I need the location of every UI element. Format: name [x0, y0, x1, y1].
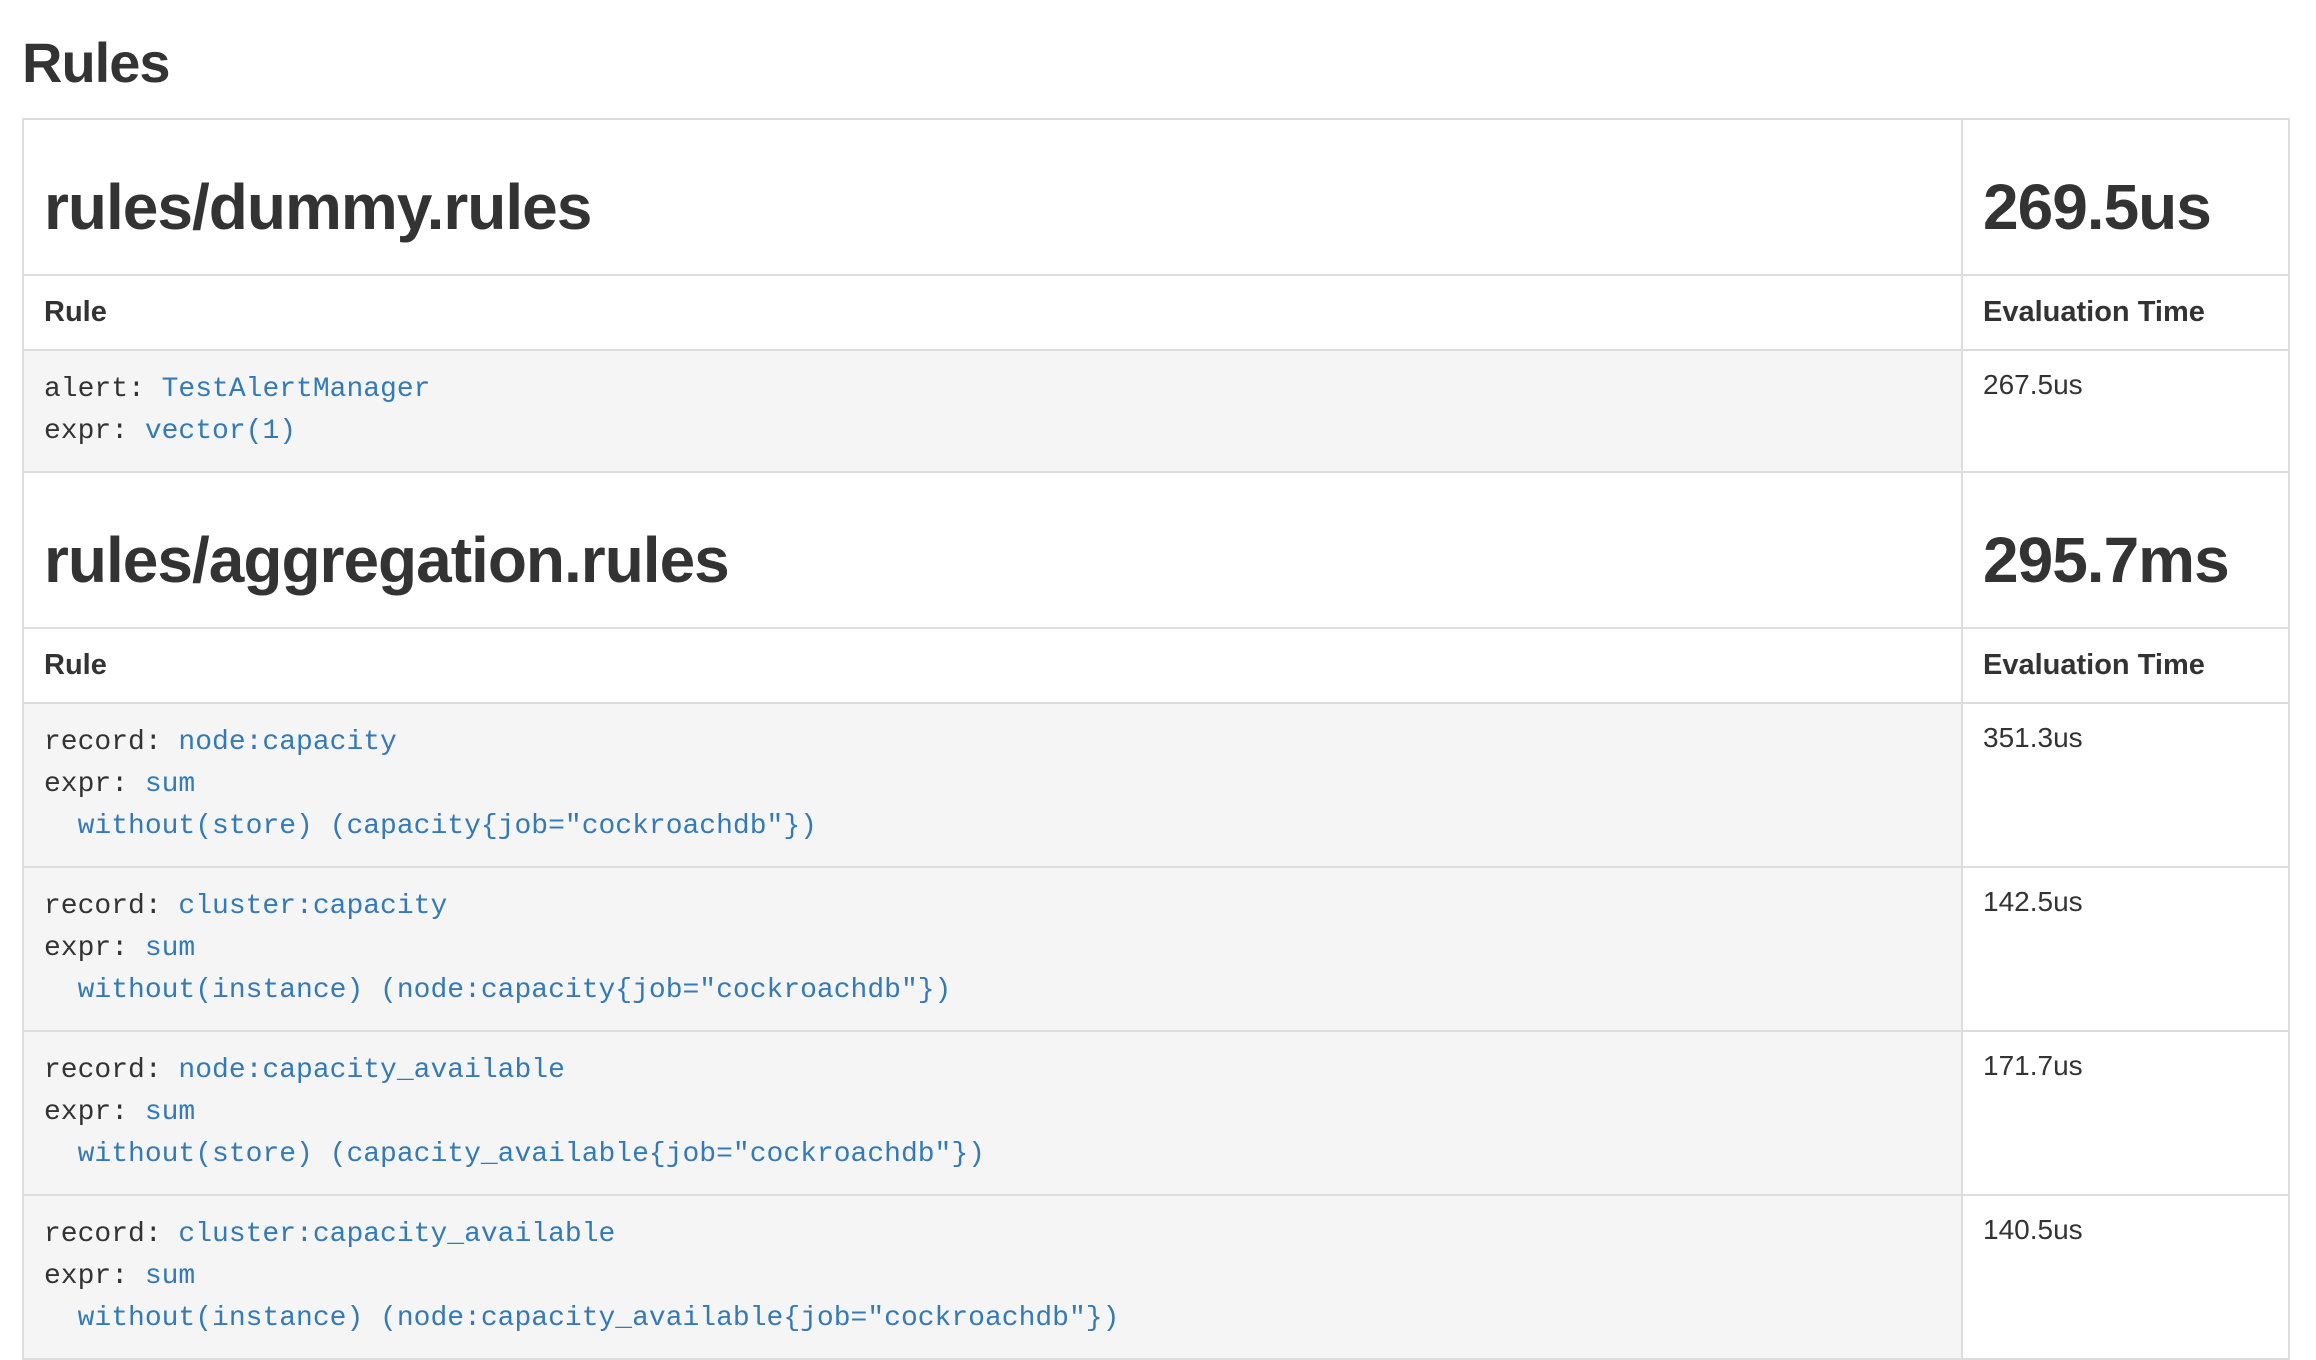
rule-keyword: record:: [44, 1055, 178, 1086]
rule-code-line: without(instance) (node:capacity{job="co…: [44, 970, 1941, 1012]
rule-evaluation-time: 140.5us: [1962, 1195, 2289, 1359]
rule-keyword: expr:: [44, 933, 145, 964]
rule-code-line: record: cluster:capacity: [44, 886, 1941, 928]
rule-keyword: record:: [44, 891, 178, 922]
rule-definition: alert: TestAlertManagerexpr: vector(1): [23, 350, 1962, 472]
rule-link[interactable]: node:capacity: [178, 727, 396, 758]
rule-code-line: record: node:capacity: [44, 722, 1941, 764]
rules-page: Rules rules/dummy.rules 269.5us Rule Eva…: [0, 30, 2316, 1360]
rule-keyword: alert:: [44, 374, 162, 405]
rule-row: record: cluster:capacity_availableexpr: …: [23, 1195, 2289, 1359]
rule-definition: record: node:capacity_availableexpr: sum…: [23, 1031, 1962, 1195]
rule-link[interactable]: without(store) (capacity_available{job="…: [44, 1139, 985, 1170]
evaluation-time-column-header: Evaluation Time: [1962, 628, 2289, 703]
column-header-row: Rule Evaluation Time: [23, 628, 2289, 703]
column-header-row: Rule Evaluation Time: [23, 275, 2289, 350]
rule-code-line: expr: sum: [44, 764, 1941, 806]
rule-group-header-row: rules/aggregation.rules 295.7ms: [23, 472, 2289, 628]
rule-link[interactable]: cluster:capacity_available: [178, 1219, 615, 1250]
rule-evaluation-time: 171.7us: [1962, 1031, 2289, 1195]
rule-link[interactable]: without(instance) (node:capacity_availab…: [44, 1303, 1119, 1334]
rule-link[interactable]: sum: [145, 1097, 195, 1128]
rule-code-line: without(store) (capacity_available{job="…: [44, 1134, 1941, 1176]
rule-code-line: record: cluster:capacity_available: [44, 1214, 1941, 1256]
rule-definition: record: node:capacityexpr: sum without(s…: [23, 703, 1962, 867]
rule-evaluation-time: 267.5us: [1962, 350, 2289, 472]
rule-definition: record: cluster:capacity_availableexpr: …: [23, 1195, 1962, 1359]
page-title: Rules: [22, 30, 2290, 95]
rule-link[interactable]: sum: [145, 933, 195, 964]
rule-link[interactable]: cluster:capacity: [178, 891, 447, 922]
rule-code-line: expr: sum: [44, 928, 1941, 970]
rule-keyword: record:: [44, 727, 178, 758]
rule-link[interactable]: without(instance) (node:capacity{job="co…: [44, 975, 951, 1006]
rule-code-line: without(instance) (node:capacity_availab…: [44, 1298, 1941, 1340]
rule-row: record: cluster:capacityexpr: sum withou…: [23, 867, 2289, 1031]
rules-table: rules/dummy.rules 269.5us Rule Evaluatio…: [22, 118, 2290, 1360]
rule-link[interactable]: node:capacity_available: [178, 1055, 564, 1086]
group-evaluation-time: 269.5us: [1983, 172, 2268, 242]
rule-keyword: expr:: [44, 1261, 145, 1292]
rule-keyword: expr:: [44, 1097, 145, 1128]
rule-column-header: Rule: [23, 628, 1962, 703]
rule-code-line: record: node:capacity_available: [44, 1050, 1941, 1092]
rule-group-name: rules/dummy.rules: [44, 172, 1941, 242]
rule-row: record: node:capacityexpr: sum without(s…: [23, 703, 2289, 867]
rule-group-name: rules/aggregation.rules: [44, 525, 1941, 595]
rule-code-line: alert: TestAlertManager: [44, 369, 1941, 411]
rule-code-line: expr: sum: [44, 1092, 1941, 1134]
rule-group-time-cell: 295.7ms: [1962, 472, 2289, 628]
rule-code-line: expr: sum: [44, 1256, 1941, 1298]
rule-group-header-row: rules/dummy.rules 269.5us: [23, 119, 2289, 275]
rule-evaluation-time: 142.5us: [1962, 867, 2289, 1031]
rule-keyword: expr:: [44, 416, 145, 447]
rule-row: record: node:capacity_availableexpr: sum…: [23, 1031, 2289, 1195]
evaluation-time-column-header: Evaluation Time: [1962, 275, 2289, 350]
group-evaluation-time: 295.7ms: [1983, 525, 2268, 595]
rule-code-line: expr: vector(1): [44, 411, 1941, 453]
rule-link[interactable]: sum: [145, 769, 195, 800]
rule-evaluation-time: 351.3us: [1962, 703, 2289, 867]
rule-link[interactable]: vector(1): [145, 416, 296, 447]
rule-keyword: expr:: [44, 769, 145, 800]
rule-definition: record: cluster:capacityexpr: sum withou…: [23, 867, 1962, 1031]
rule-link[interactable]: sum: [145, 1261, 195, 1292]
rule-column-header: Rule: [23, 275, 1962, 350]
rule-keyword: record:: [44, 1219, 178, 1250]
rule-group-time-cell: 269.5us: [1962, 119, 2289, 275]
rule-group-name-cell: rules/aggregation.rules: [23, 472, 1962, 628]
rule-code-line: without(store) (capacity{job="cockroachd…: [44, 806, 1941, 848]
rule-link[interactable]: without(store) (capacity{job="cockroachd…: [44, 811, 817, 842]
rule-row: alert: TestAlertManagerexpr: vector(1) 2…: [23, 350, 2289, 472]
rule-link[interactable]: TestAlertManager: [162, 374, 431, 405]
rule-group-name-cell: rules/dummy.rules: [23, 119, 1962, 275]
rules-table-body: rules/dummy.rules 269.5us Rule Evaluatio…: [23, 119, 2289, 1359]
